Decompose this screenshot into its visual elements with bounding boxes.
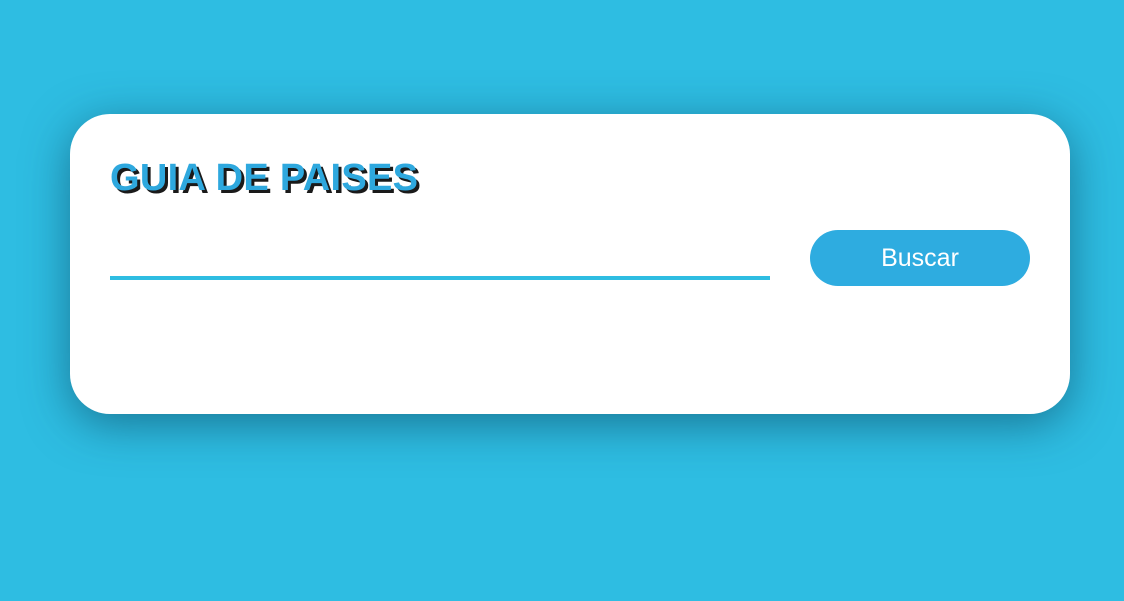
page-title: GUIA DE PAISES (110, 157, 419, 199)
search-input[interactable] (110, 230, 770, 280)
search-button[interactable]: Buscar (810, 230, 1030, 286)
search-card: GUIA DE PAISES Buscar (70, 114, 1070, 414)
